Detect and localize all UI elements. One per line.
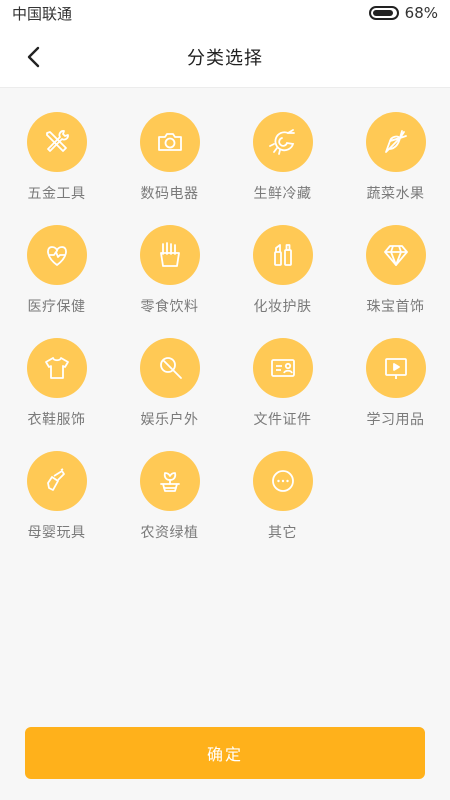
category-label: 五金工具 [27, 186, 86, 202]
category-label: 文件证件 [253, 412, 312, 428]
heart-pulse-icon [46, 246, 67, 266]
category-icon-circle [365, 338, 426, 398]
category-label: 娱乐户外 [140, 412, 199, 428]
tshirt-icon [44, 357, 69, 379]
category-label: 生鲜冷藏 [253, 186, 312, 202]
category-label: 衣鞋服饰 [27, 412, 86, 428]
cosmetics-icon [273, 244, 292, 266]
shrimp-icon [268, 129, 295, 155]
top-bar: 分类选择 [0, 26, 450, 88]
category-baby[interactable]: 母婴玩具 [0, 451, 113, 550]
category-jewelry[interactable]: 珠宝首饰 [339, 225, 450, 324]
category-icon-circle [252, 225, 313, 285]
category-icon-circle [139, 338, 200, 398]
camera-icon [157, 133, 182, 151]
category-grid: 五金工具 数码电器 生鲜冷藏 蔬菜水果 医疗保健 零食饮料 化妆护肤 珠宝首饰 … [0, 112, 450, 550]
page-title: 分类选择 [187, 47, 263, 69]
category-label: 母婴玩具 [27, 525, 86, 541]
baby-bottle-icon [46, 468, 65, 491]
category-icon-circle [365, 225, 426, 285]
category-label: 零食饮料 [140, 299, 199, 315]
category-digital[interactable]: 数码电器 [113, 112, 226, 211]
category-icon-circle [26, 112, 87, 172]
category-study[interactable]: 学习用品 [339, 338, 450, 437]
category-icon-circle [26, 451, 87, 511]
fries-icon [159, 242, 180, 267]
category-other[interactable]: 其它 [226, 451, 339, 550]
category-documents[interactable]: 文件证件 [226, 338, 339, 437]
carrier-label: 中国联通 [12, 4, 73, 23]
category-label: 学习用品 [366, 412, 425, 428]
category-fresh[interactable]: 生鲜冷藏 [226, 112, 339, 211]
tools-icon [45, 130, 69, 152]
potted-plant-icon [159, 472, 180, 492]
category-icon-circle [139, 451, 200, 511]
category-cosmetics[interactable]: 化妆护肤 [226, 225, 339, 324]
id-card-icon [270, 359, 295, 377]
category-icon-circle [252, 338, 313, 398]
category-label: 农资绿植 [140, 525, 199, 541]
category-tools[interactable]: 五金工具 [0, 112, 113, 211]
category-icon-circle [139, 225, 200, 285]
category-icon-circle [139, 112, 200, 172]
status-bar: 中国联通 68% [0, 0, 450, 26]
category-icon-circle [252, 451, 313, 511]
battery-indicator: 68% [368, 4, 438, 22]
category-medical[interactable]: 医疗保健 [0, 225, 113, 324]
category-icon-circle [26, 225, 87, 285]
back-button[interactable] [18, 41, 50, 73]
category-plants[interactable]: 农资绿植 [113, 451, 226, 550]
presentation-icon [384, 358, 407, 379]
battery-percent: 68% [404, 4, 438, 22]
confirm-button[interactable]: 确定 [25, 727, 425, 779]
diamond-icon [383, 245, 408, 266]
category-label: 数码电器 [140, 186, 199, 202]
category-icon-circle [252, 112, 313, 172]
category-icon-circle [365, 112, 426, 172]
category-vegetables[interactable]: 蔬菜水果 [339, 112, 450, 211]
chevron-left-icon [27, 46, 40, 68]
category-clothing[interactable]: 衣鞋服饰 [0, 338, 113, 437]
category-label: 珠宝首饰 [366, 299, 425, 315]
microphone-icon [159, 357, 182, 379]
battery-icon [368, 6, 399, 20]
category-label: 医疗保健 [27, 299, 86, 315]
category-icon-circle [26, 338, 87, 398]
category-entertainment[interactable]: 娱乐户外 [113, 338, 226, 437]
category-label: 化妆护肤 [253, 299, 312, 315]
category-label: 其它 [268, 525, 297, 541]
more-icon [271, 470, 294, 492]
category-label: 蔬菜水果 [366, 186, 425, 202]
category-snacks[interactable]: 零食饮料 [113, 225, 226, 324]
carrot-icon [384, 130, 407, 153]
